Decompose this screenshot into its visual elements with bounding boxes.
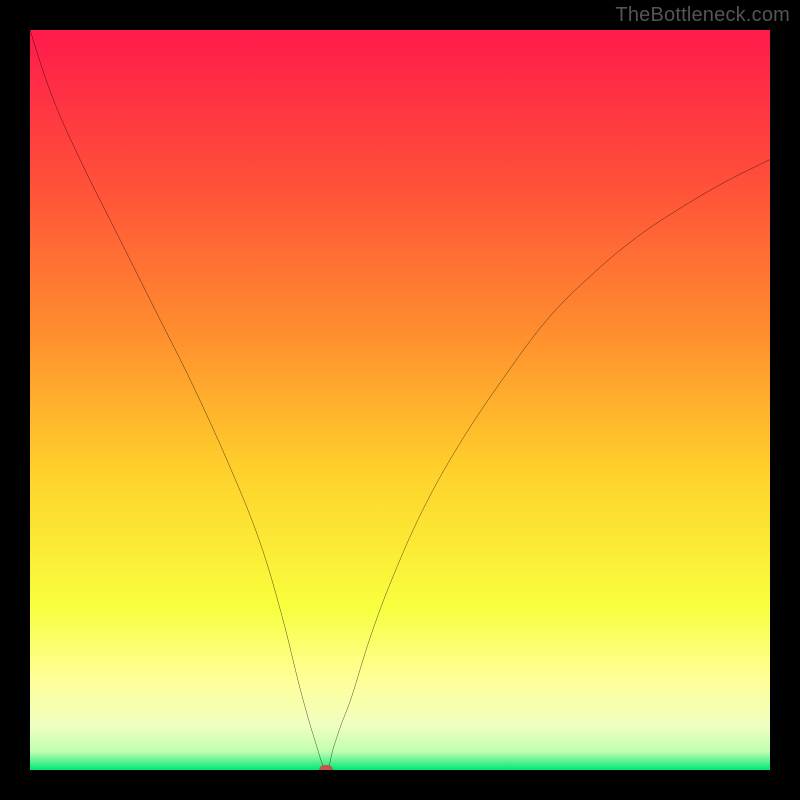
plot-area <box>30 30 770 770</box>
watermark-label: TheBottleneck.com <box>615 4 790 27</box>
chart-container: TheBottleneck.com <box>0 0 800 800</box>
optimal-point-marker <box>319 765 333 770</box>
bottleneck-curve <box>30 30 770 770</box>
